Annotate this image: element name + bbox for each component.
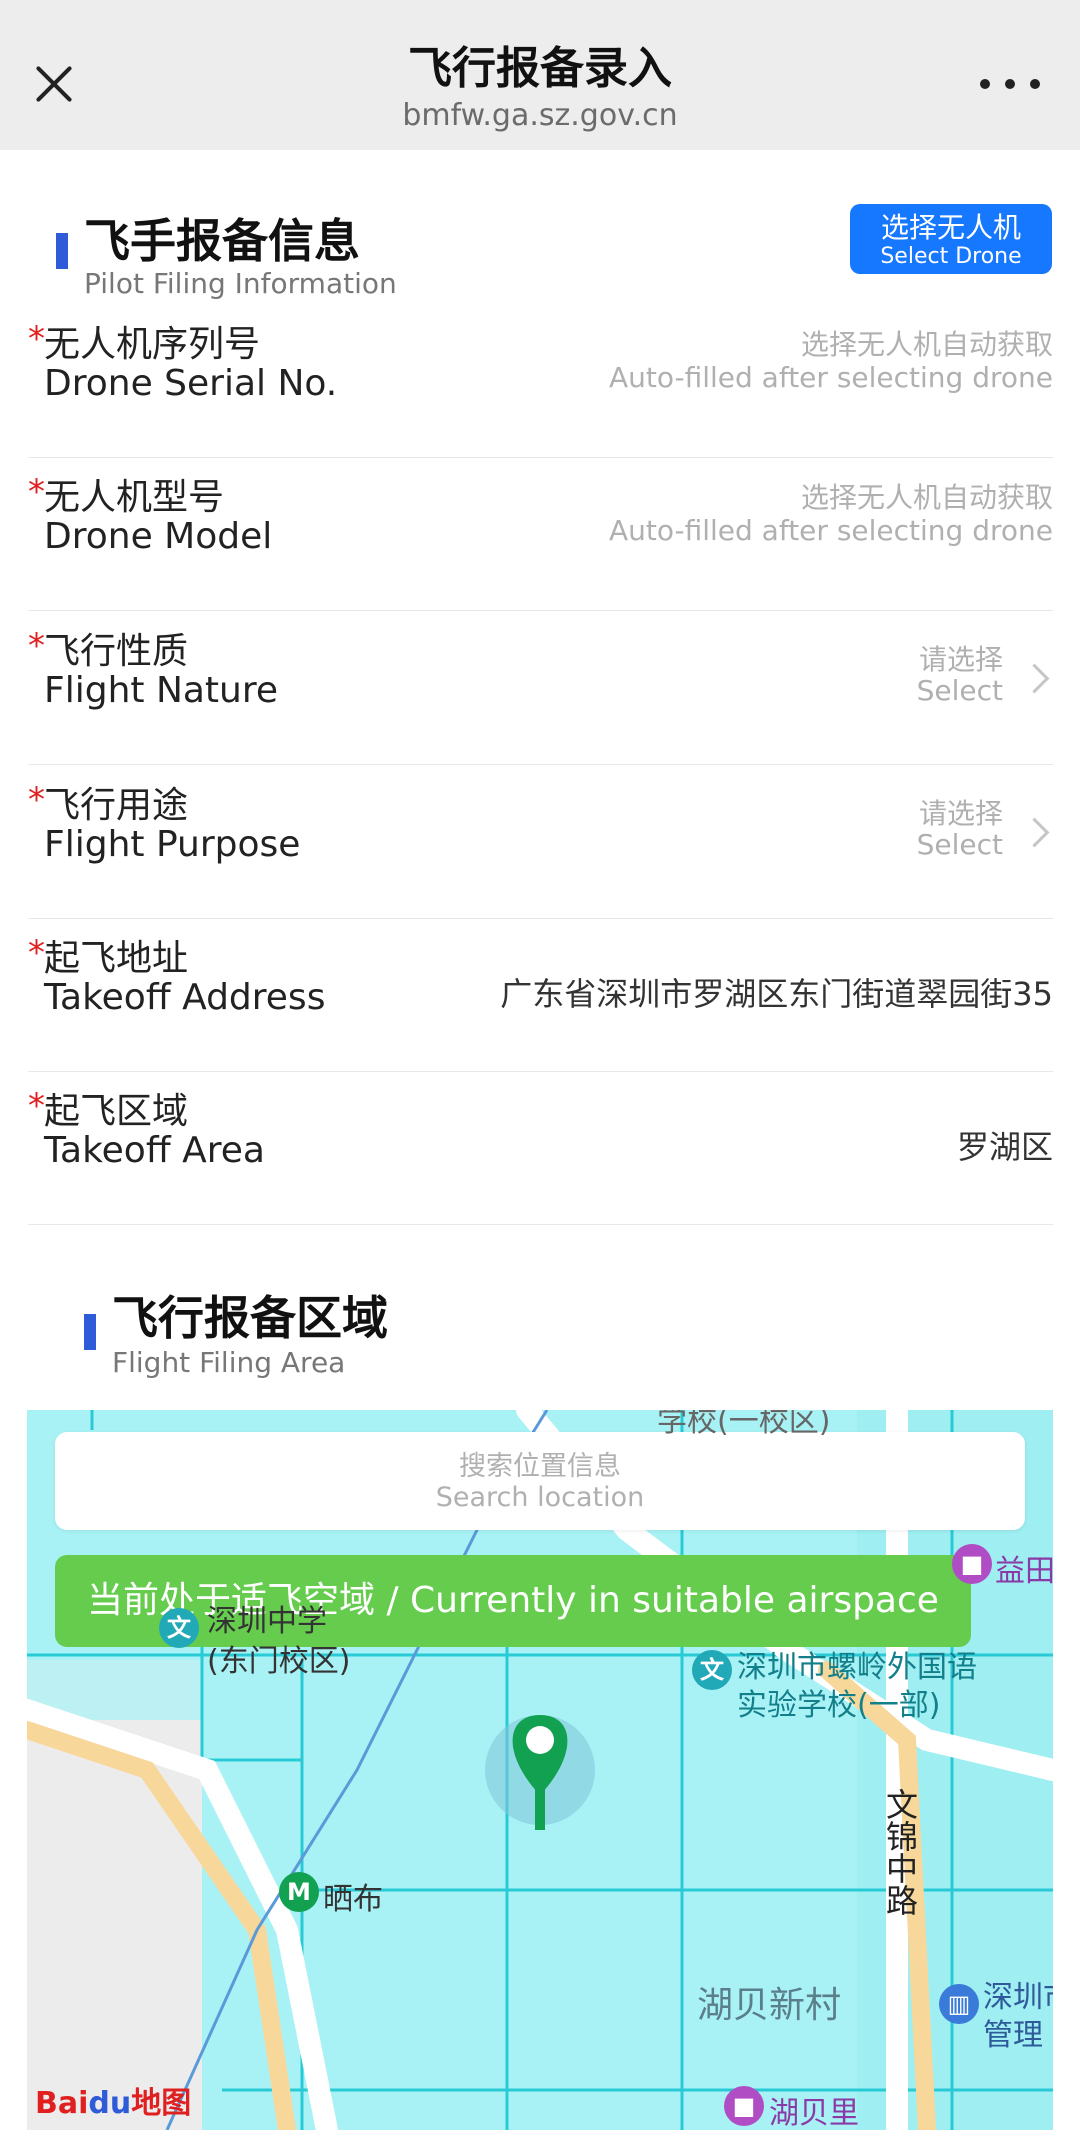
shopping-poi-icon[interactable]: ■ — [724, 2086, 764, 2126]
select-drone-label-cn: 选择无人机 — [880, 211, 1021, 244]
pilot-section-title: 飞手报备信息 — [84, 214, 360, 268]
map-label-wenjin-road: 文锦中路 — [881, 1788, 919, 1916]
search-placeholder: 搜索位置信息 — [459, 1451, 621, 1482]
baidu-map-logo: Baidu地图 — [35, 2086, 192, 2121]
required-mark: * — [28, 780, 45, 820]
required-mark: * — [28, 933, 45, 973]
takeoff-address-label-en: Takeoff Address — [44, 977, 326, 1018]
map-label-shibu: 晒布 — [323, 1882, 383, 1917]
drone-serial-label-en: Drone Serial No. — [44, 363, 338, 404]
pilot-section-subtitle: Pilot Filing Information — [84, 267, 397, 300]
map-label-yitian: 益田假 — [995, 1554, 1053, 1589]
drone-model-row: * 无人机型号 Drone Model 选择无人机自动获取 Auto-fille… — [28, 458, 1053, 611]
area-section-subtitle: Flight Filing Area — [112, 1346, 346, 1379]
drone-model-placeholder: 选择无人机自动获取 — [800, 481, 1053, 514]
required-mark: * — [28, 626, 45, 666]
drone-model-label: 无人机型号 — [44, 477, 225, 518]
map-label-school: 学校(一校区) — [657, 1410, 831, 1439]
flight-purpose-select[interactable]: 请选择 — [919, 792, 1003, 832]
select-drone-button[interactable]: 选择无人机 Select Drone — [850, 204, 1052, 274]
section-marker — [84, 1314, 96, 1350]
school-poi-icon[interactable]: 文 — [692, 1650, 732, 1690]
required-mark: * — [28, 319, 45, 359]
takeoff-area-value: 罗湖区 — [956, 1128, 1053, 1166]
map-label-shenzhen-mgmt-2: 管理 — [983, 2018, 1043, 2053]
takeoff-area-label-en: Takeoff Area — [44, 1130, 265, 1171]
chevron-right-icon[interactable] — [1019, 663, 1050, 694]
map-search-input[interactable]: 搜索位置信息 Search location — [55, 1432, 1025, 1530]
required-mark: * — [28, 472, 45, 512]
map-label-luoling-2: 实验学校(一部) — [737, 1688, 941, 1723]
map-view[interactable]: 搜索位置信息 Search location 当前处于适飞空域 / Curren… — [27, 1410, 1053, 2130]
map-label-hubeili: 湖贝里 — [769, 2096, 859, 2130]
flight-purpose-row[interactable]: * 飞行用途 Flight Purpose 请选择 Select — [28, 766, 1053, 919]
flight-nature-select[interactable]: 请选择 — [919, 638, 1003, 678]
map-label-shenzhen-middle-campus: (东门校区) — [207, 1644, 351, 1679]
chevron-right-icon[interactable] — [1019, 817, 1050, 848]
top-bar: 飞行报备录入 bmfw.ga.sz.gov.cn — [0, 0, 1080, 150]
map-label-shenzhen-middle: 深圳中学 — [207, 1604, 327, 1639]
takeoff-address-row: * 起飞地址 Takeoff Address 广东省深圳市罗湖区东门街道翠园街3… — [28, 919, 1053, 1072]
flight-purpose-label: 飞行用途 — [44, 785, 189, 826]
drone-serial-row: * 无人机序列号 Drone Serial No. 选择无人机自动获取 Auto… — [28, 305, 1053, 458]
drone-model-placeholder-en: Auto-filled after selecting drone — [608, 514, 1053, 547]
select-drone-label-en: Select Drone — [880, 244, 1022, 269]
drone-model-label-en: Drone Model — [44, 516, 273, 557]
flight-nature-select-en[interactable]: Select — [917, 674, 1003, 707]
drone-serial-placeholder-en: Auto-filled after selecting drone — [608, 361, 1053, 394]
area-section-title: 飞行报备区域 — [112, 1291, 388, 1345]
takeoff-area-label: 起飞区域 — [44, 1091, 189, 1132]
flight-nature-row[interactable]: * 飞行性质 Flight Nature 请选择 Select — [28, 612, 1053, 765]
drone-serial-label: 无人机序列号 — [44, 324, 261, 365]
page-title: 飞行报备录入 — [408, 43, 672, 94]
takeoff-address-label: 起飞地址 — [44, 938, 189, 979]
flight-nature-label-en: Flight Nature — [44, 670, 279, 711]
section-marker — [56, 233, 68, 269]
school-poi-icon[interactable]: 文 — [159, 1608, 199, 1648]
flight-purpose-label-en: Flight Purpose — [44, 824, 301, 865]
drone-serial-placeholder: 选择无人机自动获取 — [800, 328, 1053, 361]
search-placeholder-en: Search location — [435, 1482, 645, 1513]
flight-purpose-select-en[interactable]: Select — [917, 828, 1003, 861]
flight-nature-label: 飞行性质 — [44, 631, 189, 672]
takeoff-address-value[interactable]: 广东省深圳市罗湖区东门街道翠园街35 — [500, 969, 1053, 1015]
office-poi-icon[interactable]: ▥ — [939, 1984, 979, 2024]
shopping-poi-icon[interactable]: ■ — [952, 1544, 992, 1584]
more-icon[interactable] — [980, 76, 1040, 92]
map-label-hubei-village: 湖贝新村 — [697, 1985, 842, 2026]
metro-station-icon[interactable]: M — [279, 1872, 319, 1912]
required-mark: * — [28, 1086, 45, 1126]
page-url: bmfw.ga.sz.gov.cn — [402, 98, 678, 133]
takeoff-area-row: * 起飞区域 Takeoff Area 罗湖区 — [28, 1072, 1053, 1225]
